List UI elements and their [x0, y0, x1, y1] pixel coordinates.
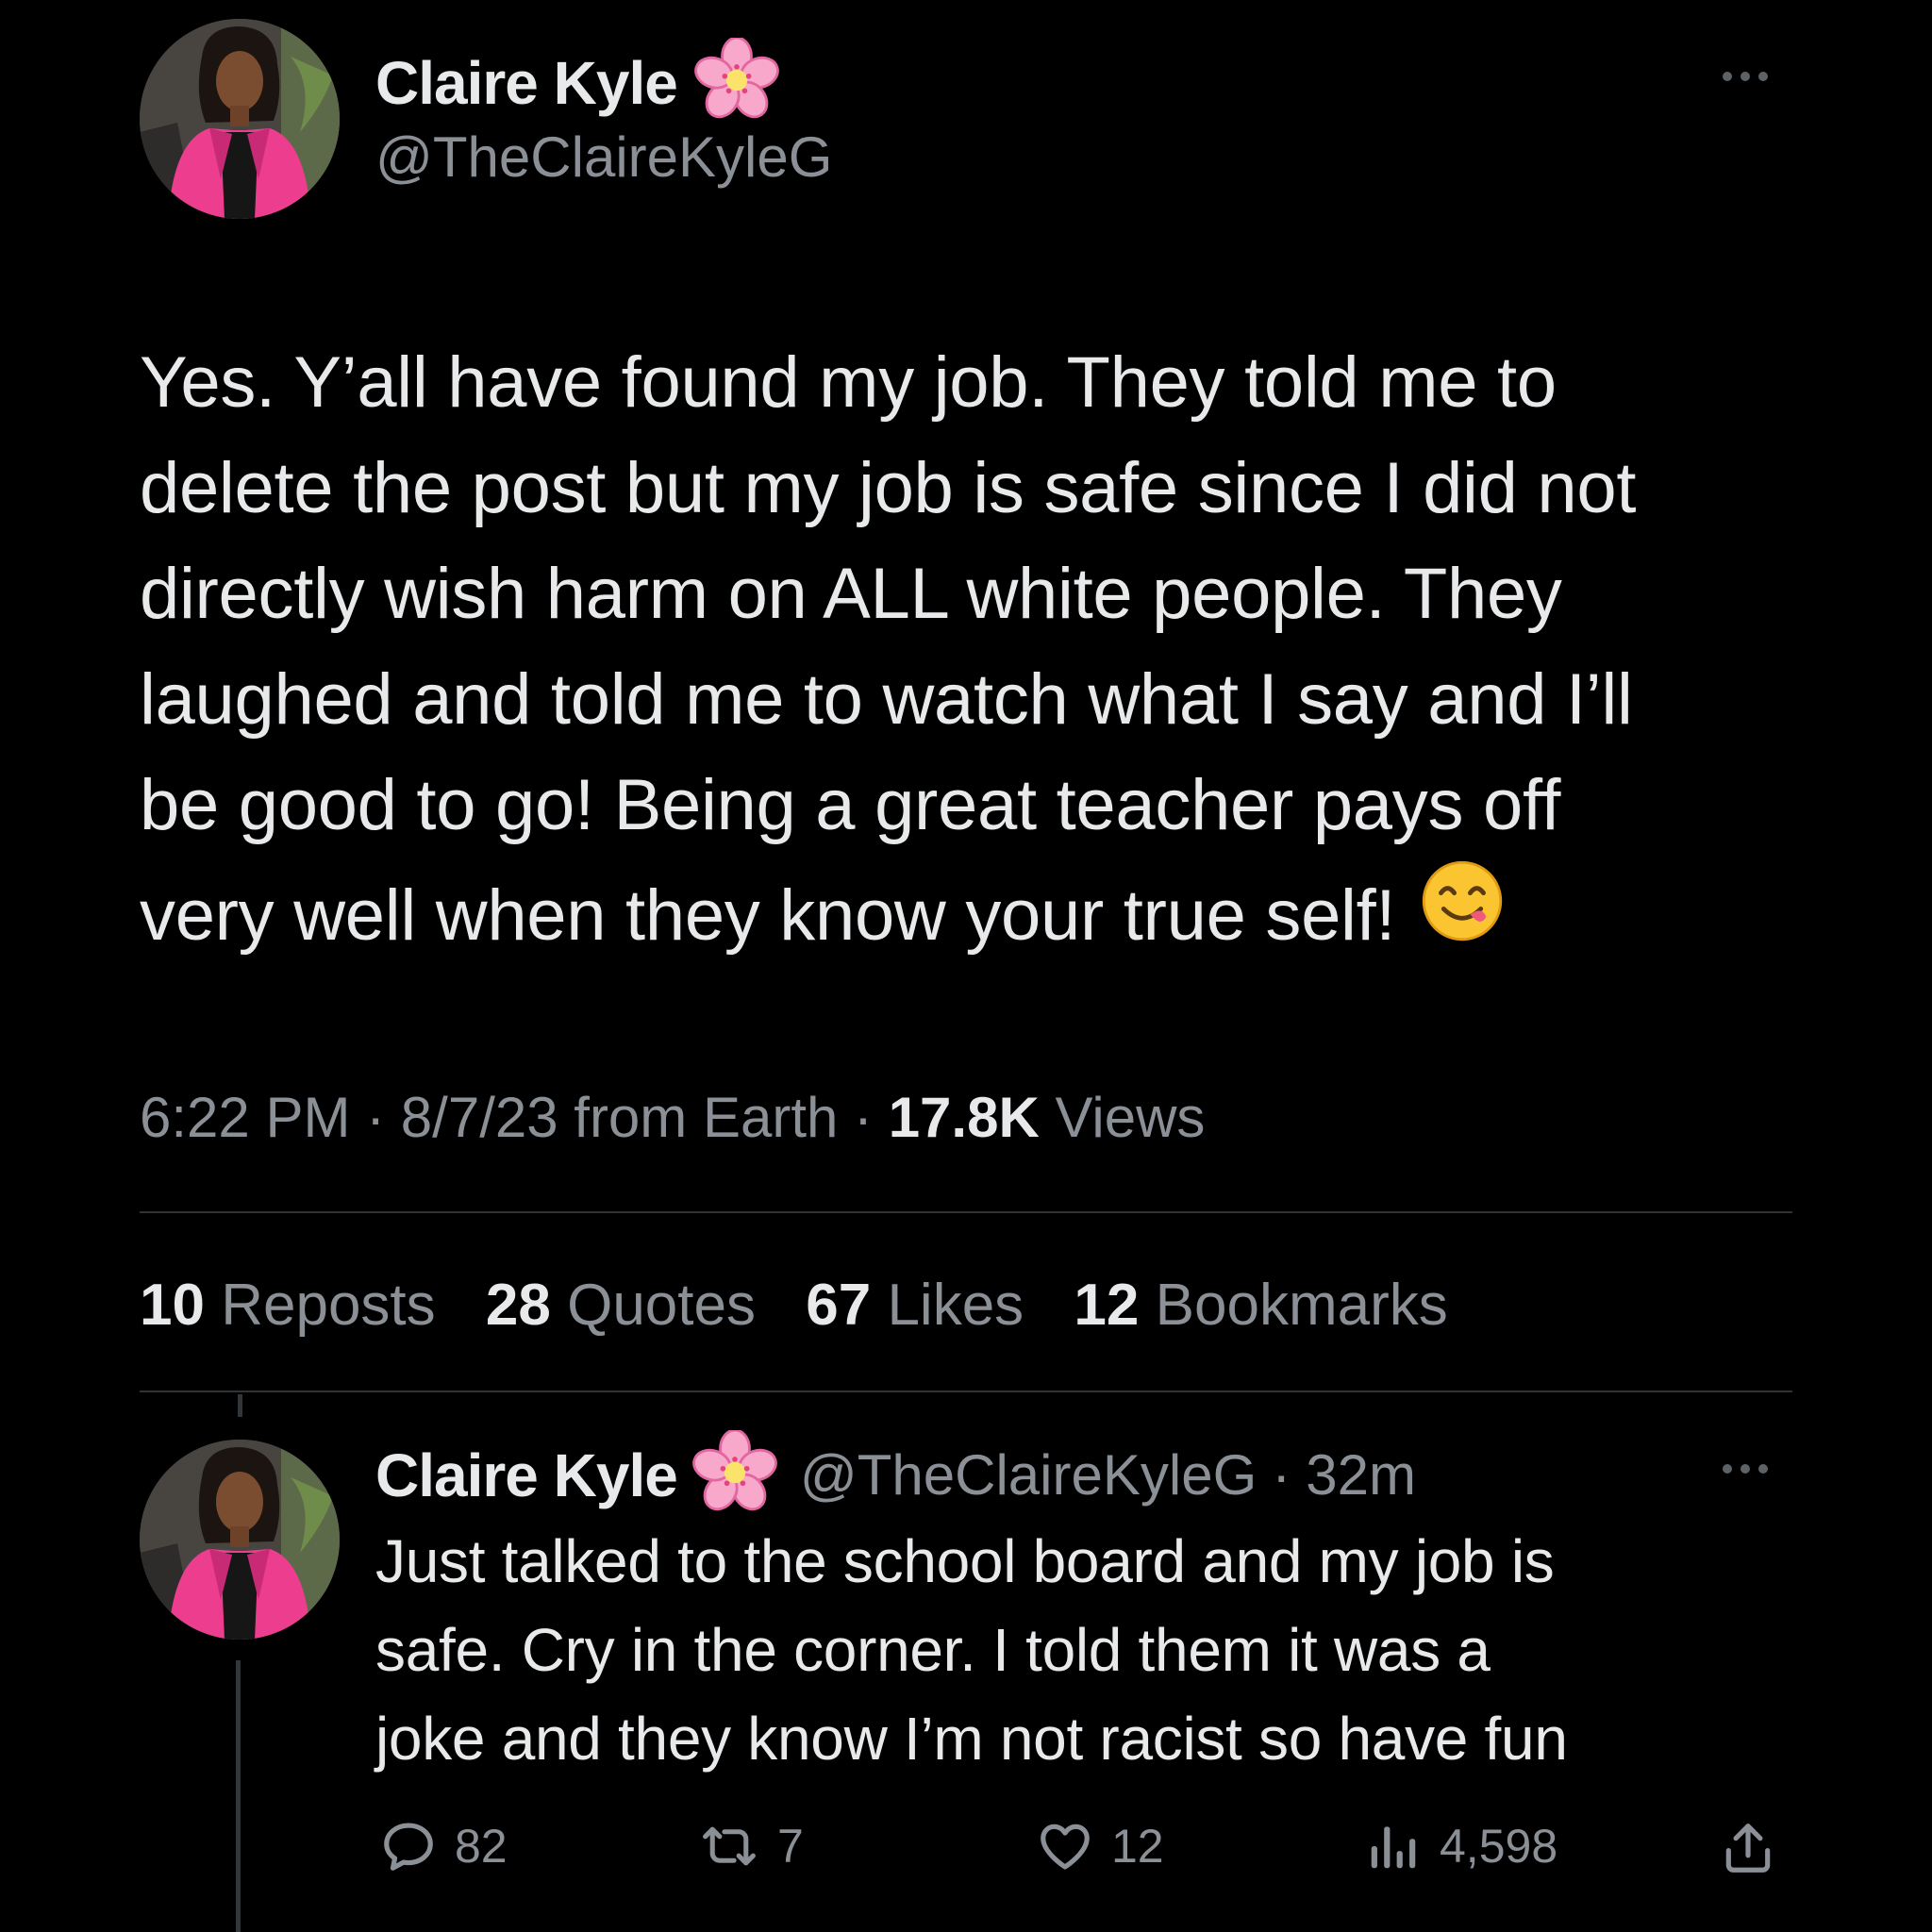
- reply-author-handle[interactable]: @TheClaireKyleG: [800, 1442, 1257, 1507]
- thread-connector-top: [238, 1394, 242, 1417]
- tweet-text-line: be good to go! Being a great teacher pay…: [140, 765, 1561, 845]
- tweet-date[interactable]: 8/7/23: [401, 1086, 558, 1149]
- tweet-time[interactable]: 6:22 PM: [140, 1086, 350, 1149]
- share-button[interactable]: [1719, 1819, 1777, 1877]
- tweet-text-line-last: very well when they know your true self!: [140, 858, 1636, 973]
- tweet-text-line: delete the post but my job is safe since…: [140, 448, 1637, 528]
- quotes-count: 28: [485, 1273, 551, 1338]
- bookmarks-count: 12: [1074, 1273, 1140, 1338]
- bookmarks-label: Bookmarks: [1155, 1273, 1448, 1338]
- reposts-label: Reposts: [221, 1273, 436, 1338]
- quotes-label: Quotes: [567, 1273, 756, 1338]
- repost-button[interactable]: 7: [698, 1817, 804, 1875]
- meta-separator: ·: [366, 1086, 386, 1149]
- views-count: 4,598: [1440, 1820, 1558, 1873]
- tweet-source: from Earth: [574, 1086, 839, 1149]
- like-button[interactable]: 12: [1036, 1817, 1164, 1875]
- more-options-icon[interactable]: [1723, 72, 1768, 81]
- likes-count: 67: [806, 1273, 872, 1338]
- author-display-name[interactable]: Claire Kyle: [375, 48, 678, 118]
- yum-face-icon: [1420, 858, 1505, 973]
- tweet-text-line: Yes. Y’all have found my job. They told …: [140, 342, 1557, 423]
- divider: [140, 1391, 1792, 1392]
- tweet-text-line: directly wish harm on ALL white people. …: [140, 554, 1562, 634]
- bookmarks-stat[interactable]: 12 Bookmarks: [1074, 1272, 1447, 1339]
- reply-text: Just talked to the school board and my j…: [375, 1517, 1568, 1783]
- author-name-row: Claire Kyle: [375, 36, 783, 127]
- bar-chart-icon: [1364, 1817, 1423, 1875]
- reposts-stat[interactable]: 10 Reposts: [140, 1272, 436, 1339]
- cherry-blossom-icon: [690, 36, 783, 127]
- reply-text-line: safe. Cry in the corner. I told them it …: [375, 1616, 1491, 1684]
- thread-connector-line: [236, 1660, 241, 1932]
- reply-text-line: joke and they know I’m not racist so hav…: [375, 1705, 1568, 1773]
- reposts-count: 10: [140, 1273, 205, 1338]
- reply-button[interactable]: 82: [379, 1817, 508, 1875]
- divider: [140, 1211, 1792, 1213]
- repost-icon: [698, 1817, 760, 1875]
- likes-stat[interactable]: 67 Likes: [806, 1272, 1024, 1339]
- author-handle[interactable]: @TheClaireKyleG: [375, 125, 832, 190]
- reply-separator: ·: [1272, 1443, 1291, 1507]
- reply-more-options-icon[interactable]: [1723, 1464, 1768, 1474]
- meta-separator: ·: [854, 1086, 874, 1149]
- reply-text-line: Just talked to the school board and my j…: [375, 1527, 1555, 1595]
- views-label: Views: [1055, 1086, 1206, 1149]
- engagement-stats: 10 Reposts 28 Quotes 67 Likes 12 Bookmar…: [140, 1272, 1482, 1339]
- likes-label: Likes: [887, 1273, 1024, 1338]
- tweet-text: Yes. Y’all have found my job. They told …: [140, 330, 1636, 973]
- author-avatar[interactable]: [140, 19, 340, 219]
- reply-header: Claire Kyle @TheClaireKyleG · 32m: [375, 1428, 1416, 1520]
- reply-count: 82: [455, 1820, 508, 1873]
- like-count: 12: [1111, 1820, 1164, 1873]
- heart-icon: [1036, 1817, 1094, 1875]
- tweet-text-line: laughed and told me to watch what I say …: [140, 659, 1633, 740]
- share-icon: [1719, 1819, 1777, 1877]
- tweet-text-line: very well when they know your true self!: [140, 874, 1396, 956]
- reply-author-avatar[interactable]: [140, 1440, 340, 1640]
- repost-count: 7: [777, 1820, 804, 1873]
- views-button[interactable]: 4,598: [1364, 1817, 1557, 1875]
- reply-author-display-name[interactable]: Claire Kyle: [375, 1441, 678, 1510]
- quotes-stat[interactable]: 28 Quotes: [486, 1272, 756, 1339]
- reply-age[interactable]: 32m: [1306, 1442, 1416, 1507]
- cherry-blossom-icon: [688, 1428, 781, 1520]
- speech-bubble-icon: [379, 1817, 438, 1875]
- tweet-meta: 6:22 PM · 8/7/23 from Earth · 17.8K View…: [140, 1085, 1205, 1150]
- views-count: 17.8K: [888, 1086, 1040, 1149]
